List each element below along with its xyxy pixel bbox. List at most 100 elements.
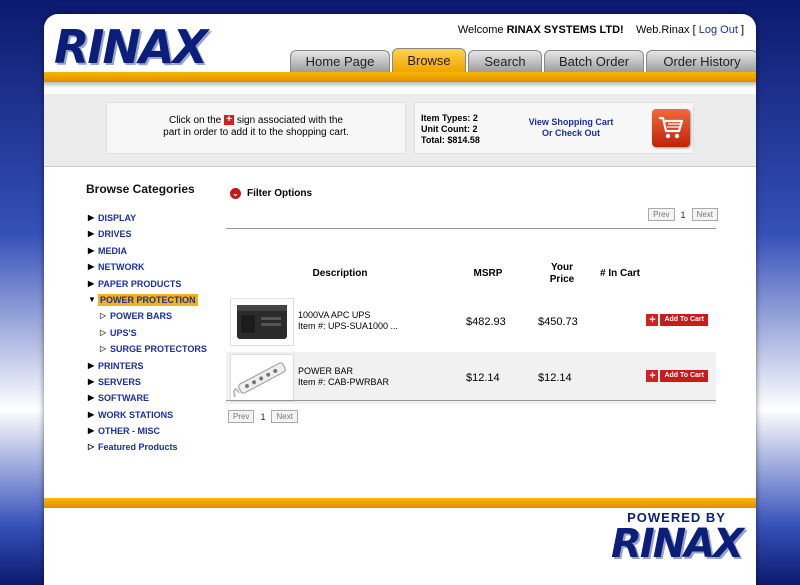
category-display[interactable]: ▶ DISPLAY (86, 210, 236, 226)
product-name[interactable]: 1000VA APC UPS (298, 310, 398, 321)
footer-divider (44, 498, 756, 508)
plus-icon: + (224, 115, 235, 126)
category-label: NETWORK (98, 262, 145, 273)
tab-search[interactable]: Search (468, 50, 542, 72)
table-row: 1000VA APC UPS Item #: UPS-SUA1000 ... $… (226, 296, 716, 348)
category-label: WORK STATIONS (98, 409, 174, 420)
product-msrp: $482.93 (466, 316, 506, 328)
view-cart-link[interactable]: View Shopping Cart Or Check Out (519, 117, 623, 139)
category-label: UPS'S (110, 327, 137, 338)
background-right (756, 0, 800, 585)
caret-right-icon: ▶ (88, 426, 95, 436)
category-label: POWER BARS (110, 311, 173, 322)
add-to-cart-control: + Add To Cart (646, 370, 708, 382)
category-label: DISPLAY (98, 213, 137, 223)
caret-right-icon: ▶ (88, 376, 95, 386)
logout-link[interactable]: Log Out (699, 24, 738, 36)
caret-right-icon: ▶ (88, 262, 95, 272)
item-types: Item Types: 2 (421, 113, 478, 123)
category-drives[interactable]: ▶ DRIVES (86, 226, 236, 242)
caret-right-icon: ▶ (88, 213, 95, 222)
category-label: SOFTWARE (98, 393, 149, 404)
caret-right-outline-icon: ▷ (100, 344, 107, 354)
cart-summary-box: Item Types: 2 Unit Count: 2 Total: $814.… (414, 102, 694, 154)
table-row: POWER BAR Item #: CAB-PWRBAR $12.14 $12.… (226, 352, 716, 404)
col-your-price: Your Price (532, 262, 592, 286)
footer-rinax-logo: RINAX (611, 521, 744, 567)
prev-button[interactable]: Prev (228, 410, 255, 423)
category-network[interactable]: ▶ NETWORK (86, 259, 236, 275)
info-band: Click on the + sign associated with the … (44, 94, 756, 167)
category-label: POWER PROTECTION (98, 293, 198, 306)
plus-icon[interactable]: + (646, 370, 659, 382)
tab-home-page[interactable]: Home Page (290, 50, 390, 72)
product-price: $12.14 (538, 372, 572, 384)
category-ups[interactable]: ▷ UPS'S (86, 325, 236, 341)
category-power-bars[interactable]: ▷ POWER BARS (86, 308, 236, 324)
caret-right-outline-icon: ▷ (100, 311, 107, 321)
caret-right-icon: ▶ (88, 278, 95, 288)
cart-total: Total: $814.58 (421, 135, 480, 145)
category-paper-products[interactable]: ▶ PAPER PRODUCTS (86, 276, 236, 292)
add-to-cart-button[interactable]: Add To Cart (660, 314, 708, 326)
category-servers[interactable]: ▶ SERVERS (86, 374, 236, 390)
product-image-ups[interactable] (230, 298, 294, 346)
hint-text-a: Click on the (169, 115, 222, 126)
shopping-cart-icon[interactable] (652, 109, 690, 147)
page-frame: RINAX Welcome RINAX SYSTEMS LTD! Web.Rin… (44, 14, 756, 585)
category-work-stations[interactable]: ▶ WORK STATIONS (86, 407, 236, 423)
product-name[interactable]: POWER BAR (298, 366, 389, 377)
category-label: DRIVES (98, 229, 132, 240)
background-left (0, 0, 44, 585)
product-price: $450.73 (538, 316, 578, 328)
category-label: Featured Products (98, 442, 178, 453)
category-label: OTHER - MISC (98, 426, 160, 437)
cart-summary: Item Types: 2 Unit Count: 2 Total: $814.… (421, 113, 480, 146)
col-description: Description (312, 268, 368, 279)
category-software[interactable]: ▶ SOFTWARE (86, 390, 236, 406)
category-label: PRINTERS (98, 360, 144, 371)
filter-label: Filter Options (247, 188, 312, 200)
powered-by-logo: POWERED BY RINAX (611, 510, 744, 567)
next-button[interactable]: Next (271, 410, 298, 423)
page-number: 1 (260, 411, 266, 422)
tab-browse[interactable]: Browse (392, 48, 466, 72)
table-bottom-rule (226, 400, 716, 401)
category-surge-protectors[interactable]: ▷ SURGE PROTECTORS (86, 341, 236, 357)
col-your-price-2: Price (549, 274, 575, 285)
categories-title: Browse Categories (86, 182, 195, 196)
table-top-rule (226, 228, 716, 229)
product-item-number: Item #: CAB-PWRBAR (298, 377, 390, 387)
header-divider (44, 72, 756, 82)
category-printers[interactable]: ▶ PRINTERS (86, 358, 236, 374)
product-msrp: $12.14 (466, 372, 500, 384)
category-media[interactable]: ▶ MEDIA (86, 243, 236, 259)
tab-order-history[interactable]: Order History (646, 50, 756, 72)
category-power-protection[interactable]: ▼ POWER PROTECTION (86, 292, 236, 308)
category-label: PAPER PRODUCTS (98, 278, 182, 289)
add-to-cart-button[interactable]: Add To Cart (660, 370, 708, 382)
category-featured-products[interactable]: ▷ Featured Products (86, 439, 236, 455)
caret-right-icon: ▶ (88, 245, 95, 255)
plus-icon[interactable]: + (646, 314, 659, 326)
product-image-power-bar[interactable] (230, 354, 294, 402)
caret-right-icon: ▶ (88, 393, 95, 403)
category-label: SERVERS (98, 376, 141, 387)
category-other-misc[interactable]: ▶ OTHER - MISC (86, 423, 236, 439)
next-button[interactable]: Next (691, 208, 718, 221)
caret-right-icon: ▶ (88, 409, 95, 419)
col-in-cart: # In Cart (599, 268, 640, 279)
rinax-logo[interactable]: RINAX (54, 20, 208, 74)
caret-right-outline-icon: ▷ (100, 327, 107, 337)
col-msrp: MSRP (473, 268, 503, 279)
main-nav-tabs: Home Page Browse Search Batch Order Orde… (290, 48, 756, 72)
prev-button[interactable]: Prev (648, 208, 675, 221)
tab-batch-order[interactable]: Batch Order (544, 50, 644, 72)
pager-top: Prev 1 Next (648, 208, 718, 221)
caret-right-outline-icon: ▷ (88, 442, 95, 452)
filter-options-toggle[interactable]: ⌄ Filter Options (230, 188, 312, 199)
username: Web.Rinax (635, 24, 690, 36)
unit-count: Unit Count: 2 (421, 124, 478, 134)
category-label: SURGE PROTECTORS (110, 344, 207, 355)
expand-icon: ⌄ (230, 188, 241, 199)
